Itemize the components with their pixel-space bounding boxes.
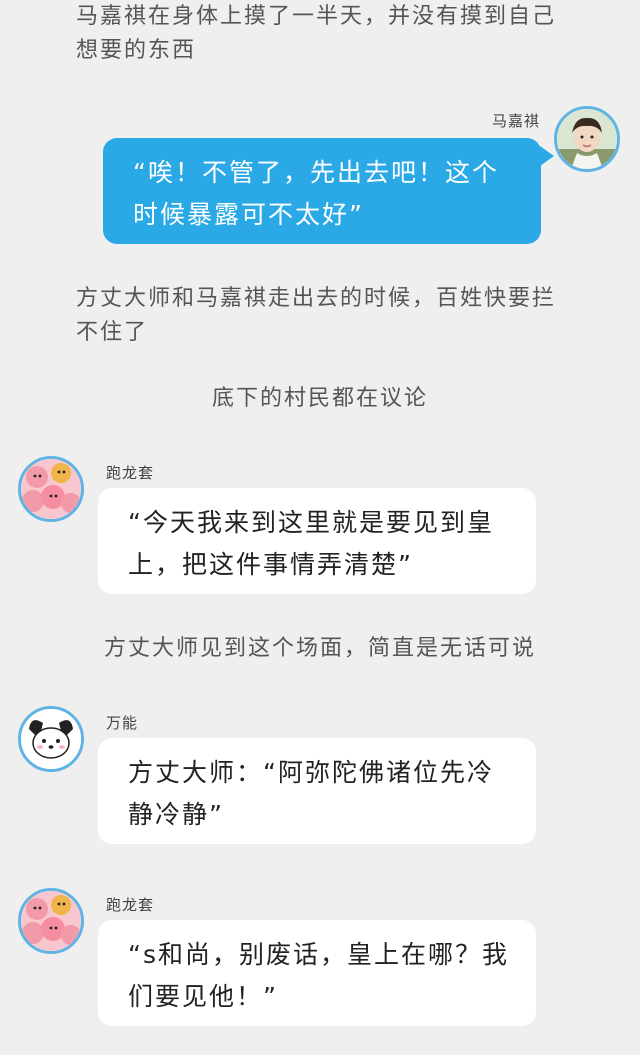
narration-text: 底下的村民都在议论 [211,386,428,411]
chat-bubble-left[interactable]: “s和尚，别废话，皇上在哪？我们要见他！” [98,920,536,1026]
pink-bears-avatar-icon[interactable] [18,888,84,954]
bubble-tail [540,146,554,166]
pink-bears-avatar-icon[interactable] [18,456,84,522]
narration-text: 方丈大师和马嘉祺走出去的时候，百姓快要拦不住了 [76,286,557,345]
young-man-avatar-icon[interactable] [554,106,620,172]
white-puppy-avatar-icon[interactable] [18,706,84,772]
sender-name: 跑龙套 [106,464,155,482]
sender-name: 马嘉祺 [491,112,540,130]
message-text: “今天我来到这里就是要见到皇上，把这件事情弄清楚” [128,508,494,579]
sender-name: 跑龙套 [106,896,155,914]
message-text: “s和尚，别废话，皇上在哪？我们要见他！” [128,940,509,1011]
chat-bubble-right[interactable]: “唉！不管了，先出去吧！这个时候暴露可不太好” [103,138,541,244]
message-text: 方丈大师：“阿弥陀佛诸位先冷静冷静” [128,758,494,829]
chat-bubble-left[interactable]: “今天我来到这里就是要见到皇上，把这件事情弄清楚” [98,488,536,594]
message-text: “唉！不管了，先出去吧！这个时候暴露可不太好” [133,158,499,229]
chat-bubble-left[interactable]: 方丈大师：“阿弥陀佛诸位先冷静冷静” [98,738,536,844]
sender-name: 万能 [106,714,139,732]
narration-text: 马嘉祺在身体上摸了一半天，并没有摸到自己想要的东西 [76,4,557,63]
narration-text: 方丈大师见到这个场面，简直是无话可说 [103,636,536,661]
